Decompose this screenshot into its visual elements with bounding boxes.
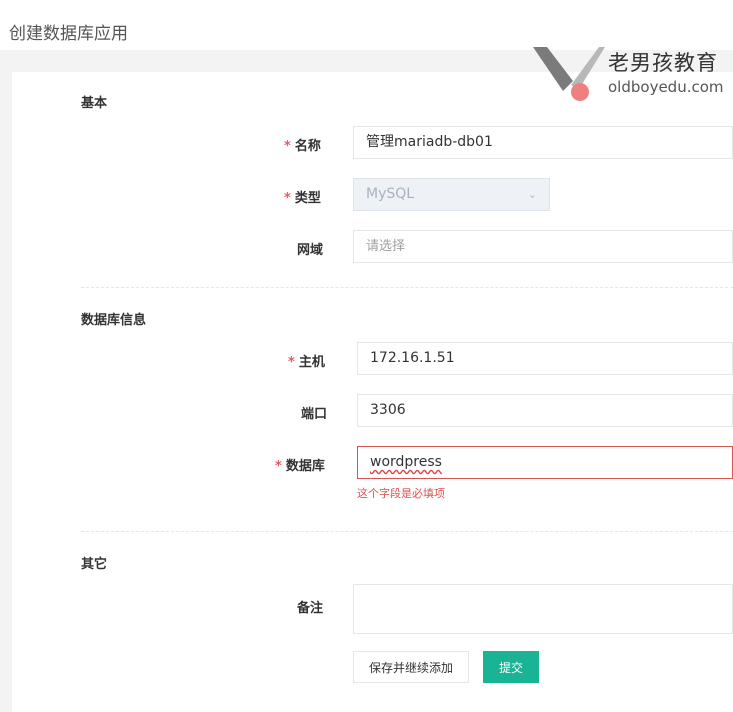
- watermark-logo: 老男孩教育 oldboyedu.com: [533, 45, 733, 105]
- logo-mark-icon: [533, 47, 605, 101]
- name-label-text: 名称: [294, 139, 321, 154]
- logo-text-en: oldboyedu.com: [608, 78, 724, 96]
- logo-text-cn: 老男孩教育: [608, 51, 718, 75]
- host-label-text: 主机: [298, 355, 325, 370]
- comment-textarea[interactable]: [353, 584, 733, 634]
- database-input-value: wordpress: [370, 454, 442, 470]
- type-select[interactable]: MySQL ⌄: [353, 178, 550, 211]
- database-input[interactable]: wordpress: [357, 446, 733, 479]
- section-title-basic: 基本: [81, 96, 108, 111]
- type-select-value: MySQL: [366, 186, 415, 202]
- chevron-down-icon: ⌄: [527, 188, 537, 201]
- page-header: 创建数据库应用: [0, 0, 733, 50]
- required-mark: *: [284, 139, 291, 154]
- section-title-db-info: 数据库信息: [81, 313, 147, 328]
- submit-button[interactable]: 提交: [483, 651, 539, 683]
- required-mark: *: [284, 191, 291, 206]
- required-mark: *: [275, 459, 282, 474]
- comment-label: 备注: [297, 601, 324, 616]
- type-label: * 类型: [284, 187, 321, 206]
- type-label-text: 类型: [294, 191, 321, 206]
- name-label: * 名称: [284, 135, 321, 154]
- database-label: * 数据库: [275, 455, 325, 474]
- database-label-text: 数据库: [285, 459, 325, 474]
- domain-select[interactable]: 请选择: [353, 230, 733, 263]
- host-label: * 主机: [288, 351, 325, 370]
- database-error-message: 这个字段是必填项: [357, 487, 445, 500]
- section-divider: [81, 287, 733, 288]
- port-input[interactable]: 3306: [357, 394, 733, 427]
- port-label: 端口: [301, 407, 328, 422]
- page-title: 创建数据库应用: [9, 24, 128, 45]
- domain-label: 网域: [297, 243, 324, 258]
- save-and-continue-button[interactable]: 保存并继续添加: [353, 651, 469, 683]
- required-mark: *: [288, 355, 295, 370]
- section-title-other: 其它: [81, 557, 108, 572]
- name-input[interactable]: 管理mariadb-db01: [353, 126, 733, 159]
- host-input[interactable]: 172.16.1.51: [357, 342, 733, 375]
- section-divider: [81, 531, 733, 532]
